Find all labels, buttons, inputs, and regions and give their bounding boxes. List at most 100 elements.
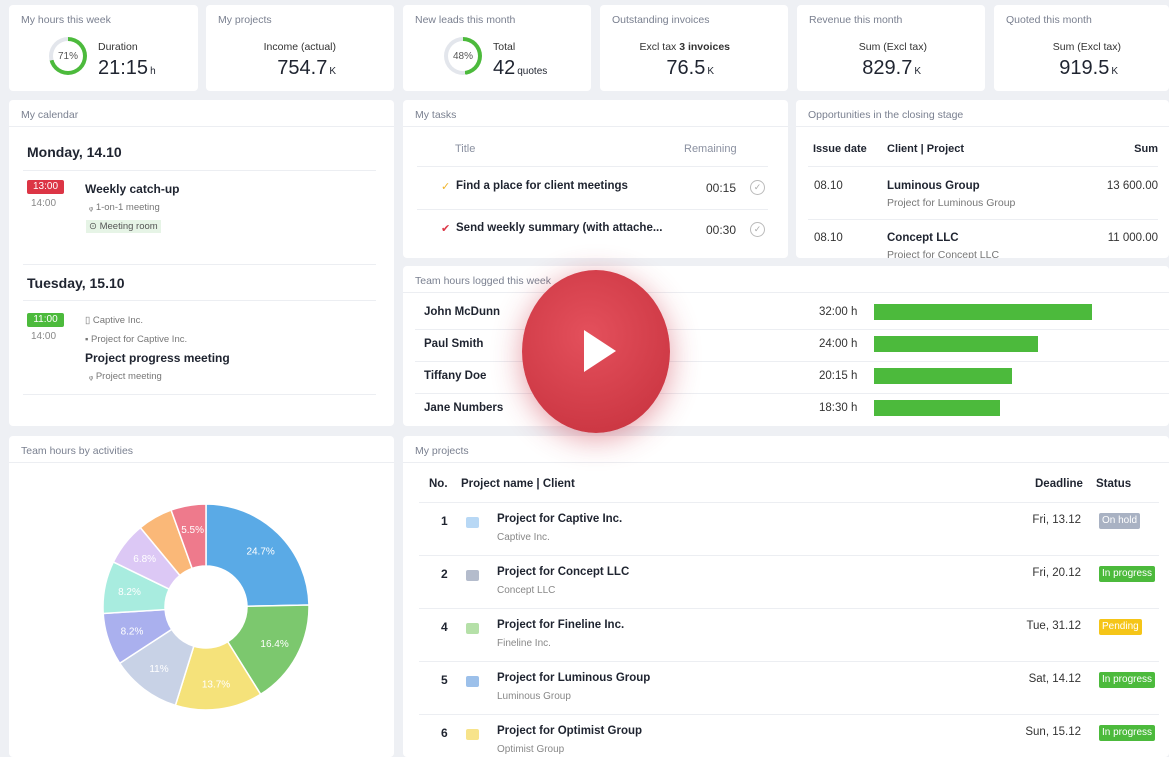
card-title: Opportunities in the closing stage [808, 109, 964, 121]
opp-sum: 13 600.00 [1106, 180, 1158, 192]
status-badge: In progress [1099, 566, 1156, 582]
project-number: 5 [441, 673, 448, 687]
event-type-text: Project meeting [95, 371, 162, 382]
member-name[interactable]: Paul Smith [424, 338, 483, 350]
play-video-button[interactable] [522, 270, 670, 433]
member-name[interactable]: Tiffany Doe [424, 370, 486, 382]
opp-project: Project for Luminous Group [887, 197, 1016, 209]
stat-value: 829.7 K [862, 57, 921, 80]
projects-card: My projects No. Project name | Client De… [403, 436, 1169, 757]
column-deadline: Deadline [1035, 478, 1083, 490]
project-color-icon [466, 729, 479, 740]
check-icon: ✓ [441, 181, 451, 193]
card-title: My tasks [415, 109, 457, 121]
task-remaining: 00:15 [706, 181, 737, 195]
stat-card-projects[interactable]: My projects Income (actual) 754.7 K [206, 5, 394, 91]
event-title[interactable]: Weekly catch-up [85, 182, 179, 196]
stat-number: 76.5 [666, 57, 706, 79]
card-title: My projects [218, 14, 272, 26]
project-color-icon [466, 570, 479, 581]
stat-card-quoted[interactable]: Quoted this month Sum (Excl tax) 919.5 K [994, 5, 1169, 91]
donut-slice-label: 11% [149, 664, 168, 675]
project-client: Luminous Group [497, 691, 571, 702]
stat-card-hours[interactable]: My hours this week 71% Duration 21:15 h [9, 5, 198, 91]
complete-task-icon[interactable]: ✓ [750, 180, 765, 195]
meeting-type-icon: ᵩ [89, 371, 94, 382]
stat-label: Total [493, 41, 516, 53]
project-name[interactable]: Project for Fineline Inc. [497, 619, 624, 631]
stat-unit: K [707, 66, 714, 77]
event-type: ᵩ Project meeting [89, 371, 162, 382]
project-name[interactable]: Project for Luminous Group [497, 672, 650, 684]
opp-date: 08.10 [814, 180, 843, 192]
member-hours: 32:00 h [819, 306, 858, 318]
divider [808, 166, 1158, 167]
project-client: Captive Inc. [497, 532, 550, 543]
stat-label: Sum (Excl tax) [1052, 41, 1121, 53]
stat-label: Duration [98, 41, 138, 53]
hours-bar [874, 336, 1038, 352]
project-color-icon [466, 517, 479, 528]
divider [417, 166, 768, 167]
status-badge: In progress [1099, 672, 1156, 688]
divider [419, 714, 1159, 715]
stat-card-invoices[interactable]: Outstanding invoices Excl tax 3 invoices… [600, 5, 788, 91]
project-number: 2 [441, 567, 448, 581]
folder-icon: ▪ [85, 334, 89, 345]
donut-slice-label: 8.2% [121, 627, 144, 638]
opp-project: Project for Concept LLC [887, 249, 1000, 258]
column-title: Title [455, 143, 476, 155]
divider [417, 209, 768, 210]
event-room-text: Meeting room [99, 221, 158, 232]
member-name[interactable]: Jane Numbers [424, 402, 503, 414]
card-title: Outstanding invoices [612, 14, 710, 26]
event-start-time: 13:00 [27, 180, 64, 194]
project-name[interactable]: Project for Captive Inc. [497, 513, 622, 525]
task-title[interactable]: Send weekly summary (with attache... [456, 222, 662, 234]
project-name[interactable]: Project for Optimist Group [497, 725, 642, 737]
stat-unit: K [1111, 66, 1118, 77]
opp-client[interactable]: Luminous Group [887, 180, 980, 192]
clock-icon: ⊙ [89, 221, 97, 232]
document-icon: ▯ [85, 315, 91, 326]
event-project: ▪ Project for Captive Inc. [85, 334, 187, 345]
meeting-type-icon: ᵩ [89, 202, 94, 213]
divider [23, 300, 376, 301]
opp-date: 08.10 [814, 232, 843, 244]
card-title: Team hours by activities [21, 445, 134, 457]
project-name[interactable]: Project for Concept LLC [497, 566, 629, 578]
tasks-card: My tasks Title Remaining ✓ Find a place … [403, 100, 788, 258]
activities-donut-chart: 24.7% 16.4% 13.7% 11% 8.2% 8.2% 6.8% 5.5% [102, 503, 310, 711]
stat-number: 21:15 [98, 57, 149, 79]
task-title[interactable]: Find a place for client meetings [456, 180, 628, 192]
stat-card-revenue[interactable]: Revenue this month Sum (Excl tax) 829.7 K [797, 5, 985, 91]
event-title[interactable]: Project progress meeting [85, 351, 230, 365]
member-name[interactable]: John McDunn [424, 306, 500, 318]
card-title: My hours this week [21, 14, 111, 26]
column-sum: Sum [1134, 143, 1158, 155]
event-client: ▯ Captive Inc. [85, 315, 143, 326]
project-deadline: Tue, 31.12 [1026, 620, 1081, 632]
member-hours: 24:00 h [819, 338, 858, 350]
divider [808, 219, 1158, 220]
stat-value: 919.5 K [1059, 57, 1118, 80]
day-heading: Monday, 14.10 [27, 144, 122, 160]
status-badge: On hold [1099, 513, 1141, 529]
project-deadline: Sat, 14.12 [1028, 673, 1081, 685]
stat-unit: K [329, 66, 336, 77]
member-hours: 18:30 h [819, 402, 858, 414]
card-header [403, 100, 788, 127]
event-client-text: Captive Inc. [92, 315, 144, 326]
stat-card-leads[interactable]: New leads this month 48% Total 42 quotes [403, 5, 591, 91]
project-deadline: Fri, 20.12 [1032, 567, 1081, 579]
event-start-time: 11:00 [27, 313, 64, 327]
card-title: Revenue this month [809, 14, 903, 26]
donut-slice-label: 16.4% [260, 639, 288, 650]
column-remaining: Remaining [684, 143, 737, 155]
column-no: No. [429, 478, 448, 490]
event-end-time: 14:00 [31, 331, 57, 342]
stat-label: Income (actual) [263, 41, 336, 53]
event-type-text: 1-on-1 meeting [95, 202, 160, 213]
complete-task-icon[interactable]: ✓ [750, 222, 765, 237]
opp-client[interactable]: Concept LLC [887, 232, 959, 244]
